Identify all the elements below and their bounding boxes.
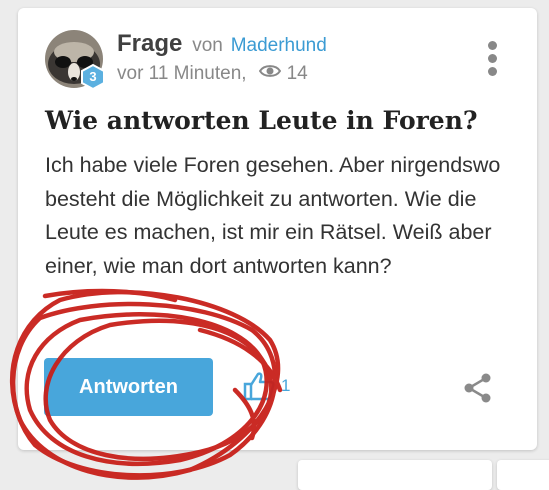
like-count: 1 bbox=[281, 376, 291, 395]
thumbs-up-icon bbox=[243, 372, 275, 401]
question-title: Wie antworten Leute in Foren? bbox=[45, 106, 478, 135]
level-badge-number: 3 bbox=[89, 69, 97, 84]
next-card-preview bbox=[298, 460, 492, 490]
author-link[interactable]: Maderhund bbox=[231, 35, 327, 56]
post-meta-top: Frage von Maderhund bbox=[117, 30, 327, 60]
post-meta-bottom: vor 11 Minuten, 14 bbox=[117, 61, 308, 87]
like-button[interactable]: 1 bbox=[243, 371, 290, 401]
post-type-label: Frage bbox=[117, 30, 183, 57]
share-icon[interactable] bbox=[462, 372, 494, 409]
post-time: vor 11 Minuten, bbox=[117, 63, 247, 84]
by-label: von bbox=[192, 35, 223, 56]
view-count: 14 bbox=[286, 63, 308, 84]
level-badge: 3 bbox=[81, 64, 105, 90]
question-body: Ich habe viele Foren gesehen. Aber nirge… bbox=[45, 153, 501, 278]
question-card: 3 Frage von Maderhund vor 11 Minuten, 14… bbox=[18, 8, 537, 450]
eye-icon bbox=[258, 61, 281, 87]
answer-button[interactable]: Antworten bbox=[44, 358, 213, 416]
more-vertical-icon[interactable] bbox=[482, 41, 502, 81]
next-card-preview-2 bbox=[497, 460, 549, 490]
